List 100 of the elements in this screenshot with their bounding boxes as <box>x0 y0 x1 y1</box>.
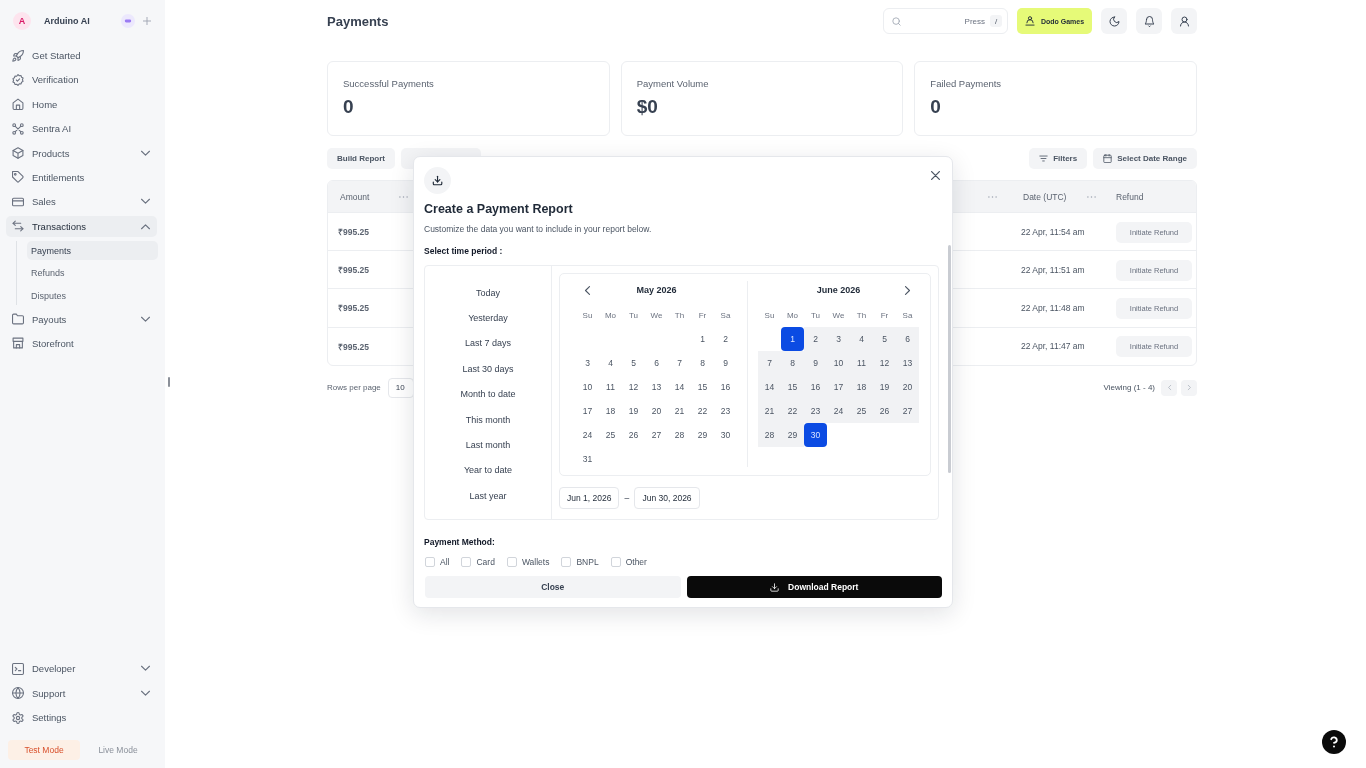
profile-button[interactable] <box>1171 8 1197 34</box>
calendar-day[interactable]: 19 <box>873 375 896 399</box>
checkbox-label[interactable]: Wallets <box>521 557 550 567</box>
chevron-left-icon[interactable] <box>584 285 591 295</box>
calendar-day[interactable]: 13 <box>896 351 919 375</box>
chevron-down-icon[interactable] <box>141 664 150 674</box>
end-date-field[interactable]: Jun 30, 2026 <box>634 487 700 509</box>
calendar-day[interactable]: 10 <box>827 351 850 375</box>
calendar-day[interactable]: 25 <box>850 399 873 423</box>
calendar-day[interactable]: 20 <box>645 399 668 423</box>
calendar-day[interactable]: 29 <box>781 423 804 447</box>
calendar-day[interactable]: 17 <box>827 375 850 399</box>
calendar-day[interactable]: 5 <box>873 327 896 351</box>
calendar-day[interactable]: 6 <box>645 351 668 375</box>
date-range-button[interactable]: Select Date Range <box>1093 148 1197 169</box>
calendar-day[interactable]: 1 <box>781 327 804 351</box>
calendar-day[interactable]: 23 <box>714 399 737 423</box>
preset-option[interactable]: Yesterday <box>425 305 551 331</box>
checkbox[interactable] <box>561 557 572 567</box>
chevron-down-icon[interactable] <box>141 314 150 324</box>
nav-item[interactable]: Home <box>6 93 157 115</box>
download-report-button[interactable]: Download Report <box>686 576 942 598</box>
start-date-field[interactable]: Jun 1, 2026 <box>559 487 620 509</box>
plus-icon[interactable] <box>143 17 151 25</box>
calendar-day[interactable]: 27 <box>896 399 919 423</box>
preset-option[interactable]: Last 7 days <box>425 330 551 357</box>
calendar-day[interactable]: 12 <box>622 375 645 399</box>
workspace-name[interactable]: Arduino AI <box>44 16 121 26</box>
calendar-day[interactable]: 10 <box>576 375 599 399</box>
calendar-day[interactable]: 22 <box>691 399 714 423</box>
calendar-day[interactable]: 4 <box>850 327 873 351</box>
calendar-day[interactable]: 16 <box>714 375 737 399</box>
nav-item[interactable]: Products <box>6 142 157 164</box>
nav-item[interactable]: Verification <box>6 69 157 91</box>
theme-button[interactable] <box>1101 8 1127 34</box>
chevron-right-icon[interactable] <box>904 285 911 295</box>
calendar-day[interactable]: 11 <box>599 375 622 399</box>
calendar-day[interactable]: 7 <box>668 351 691 375</box>
nav-item[interactable]: Support <box>6 682 157 704</box>
calendar-day[interactable]: 9 <box>714 351 737 375</box>
preset-option[interactable]: Last year <box>425 483 551 509</box>
nav-item[interactable]: Sentra AI <box>6 118 157 140</box>
calendar-day[interactable]: 1 <box>691 327 714 351</box>
nav-item[interactable]: Get Started <box>6 45 157 66</box>
workspace-badge-icon[interactable] <box>121 14 135 28</box>
chevron-up-icon[interactable] <box>141 221 150 231</box>
calendar-day[interactable]: 22 <box>781 399 804 423</box>
calendar-day[interactable]: 25 <box>599 423 622 447</box>
calendar-day[interactable]: 9 <box>804 351 827 375</box>
nav-item[interactable]: Transactions <box>6 215 157 237</box>
calendar-day[interactable]: 24 <box>576 423 599 447</box>
search-field[interactable]: Press / <box>883 8 1008 34</box>
calendar-day[interactable]: 31 <box>576 447 599 471</box>
nav-item[interactable]: Storefront <box>6 332 157 354</box>
calendar-day[interactable]: 18 <box>599 399 622 423</box>
calendar-day[interactable]: 7 <box>758 351 781 375</box>
nav-item[interactable]: Payouts <box>6 308 157 330</box>
calendar-day[interactable]: 13 <box>645 375 668 399</box>
calendar-day[interactable]: 11 <box>850 351 873 375</box>
calendar-day[interactable]: 30 <box>804 423 827 447</box>
sub-nav-item[interactable]: Refunds <box>27 263 158 283</box>
checkbox[interactable] <box>506 557 517 567</box>
nav-item[interactable]: Entitlements <box>6 166 157 188</box>
calendar-day[interactable]: 15 <box>691 375 714 399</box>
chevron-down-icon[interactable] <box>141 688 150 698</box>
checkbox-label[interactable]: All <box>440 557 450 567</box>
nav-item[interactable]: Developer <box>6 658 157 680</box>
chevron-down-icon[interactable] <box>141 148 150 158</box>
notifications-button[interactable] <box>1136 8 1162 34</box>
preset-option[interactable]: Today <box>425 280 551 306</box>
workspace-avatar[interactable]: A <box>13 12 31 30</box>
checkbox[interactable] <box>610 557 621 567</box>
calendar-day[interactable]: 26 <box>622 423 645 447</box>
calendar-day[interactable]: 21 <box>668 399 691 423</box>
calendar-day[interactable]: 16 <box>804 375 827 399</box>
checkbox-label[interactable]: Other <box>625 557 647 567</box>
checkbox[interactable] <box>425 557 435 567</box>
resize-handle[interactable] <box>168 377 170 387</box>
chevron-down-icon[interactable] <box>141 197 150 207</box>
preset-option[interactable]: Month to date <box>425 381 551 407</box>
close-icon[interactable] <box>931 171 940 180</box>
preset-option[interactable]: This month <box>425 406 551 433</box>
checkbox-label[interactable]: BNPL <box>576 557 599 567</box>
calendar-day[interactable]: 26 <box>873 399 896 423</box>
calendar-day[interactable]: 15 <box>781 375 804 399</box>
calendar-day[interactable]: 28 <box>668 423 691 447</box>
calendar-day[interactable]: 4 <box>599 351 622 375</box>
checkbox[interactable] <box>461 557 472 567</box>
mode-toggle[interactable]: Test Mode <box>8 740 80 760</box>
preset-option[interactable]: Year to date <box>425 457 551 484</box>
calendar-day[interactable]: 8 <box>781 351 804 375</box>
nav-item[interactable]: Sales <box>6 191 157 213</box>
calendar-day[interactable]: 27 <box>645 423 668 447</box>
calendar-day[interactable]: 30 <box>714 423 737 447</box>
calendar-day[interactable]: 19 <box>622 399 645 423</box>
checkbox-label[interactable]: Card <box>476 557 495 567</box>
calendar-day[interactable]: 5 <box>622 351 645 375</box>
calendar-day[interactable]: 23 <box>804 399 827 423</box>
calendar-day[interactable]: 8 <box>691 351 714 375</box>
nav-item[interactable]: Settings <box>6 707 157 728</box>
